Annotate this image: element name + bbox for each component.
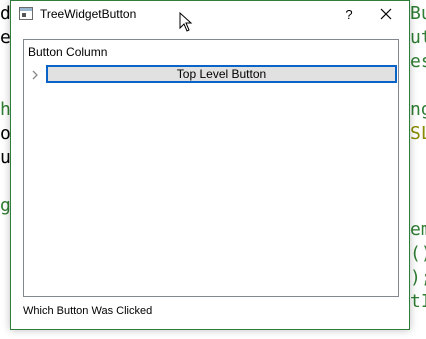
- mouse-pointer-icon: [179, 12, 193, 32]
- tree-column-header[interactable]: Button Column: [24, 40, 398, 64]
- window-title: TreeWidgetButton: [40, 7, 137, 21]
- tree-widget[interactable]: Button Column Top Level Button: [23, 39, 399, 297]
- chevron-right-icon[interactable]: [29, 68, 41, 82]
- code-fragment: Bu: [410, 3, 426, 24]
- close-button[interactable]: [371, 1, 401, 27]
- code-fragment: );: [410, 267, 426, 288]
- column-header-label: Button Column: [28, 45, 108, 59]
- close-icon: [380, 8, 392, 20]
- dialog-window: TreeWidgetButton ? Button Column Top Lev…: [10, 0, 410, 330]
- top-level-button[interactable]: Top Level Button: [46, 65, 397, 83]
- code-fragment: tI: [410, 291, 426, 312]
- code-fragment: (): [410, 243, 426, 264]
- code-fragment: em: [410, 219, 426, 240]
- status-label: Which Button Was Clicked: [23, 305, 153, 317]
- help-label: ?: [345, 6, 353, 22]
- window-app-icon: [19, 7, 33, 20]
- code-fragment: ng: [410, 99, 426, 120]
- code-fragment: SL: [410, 123, 426, 144]
- help-button[interactable]: ?: [337, 1, 361, 27]
- tree-row[interactable]: Top Level Button: [24, 64, 398, 86]
- code-fragment: ut: [410, 27, 426, 48]
- code-fragment: es: [410, 51, 426, 72]
- title-bar[interactable]: TreeWidgetButton ?: [11, 1, 409, 27]
